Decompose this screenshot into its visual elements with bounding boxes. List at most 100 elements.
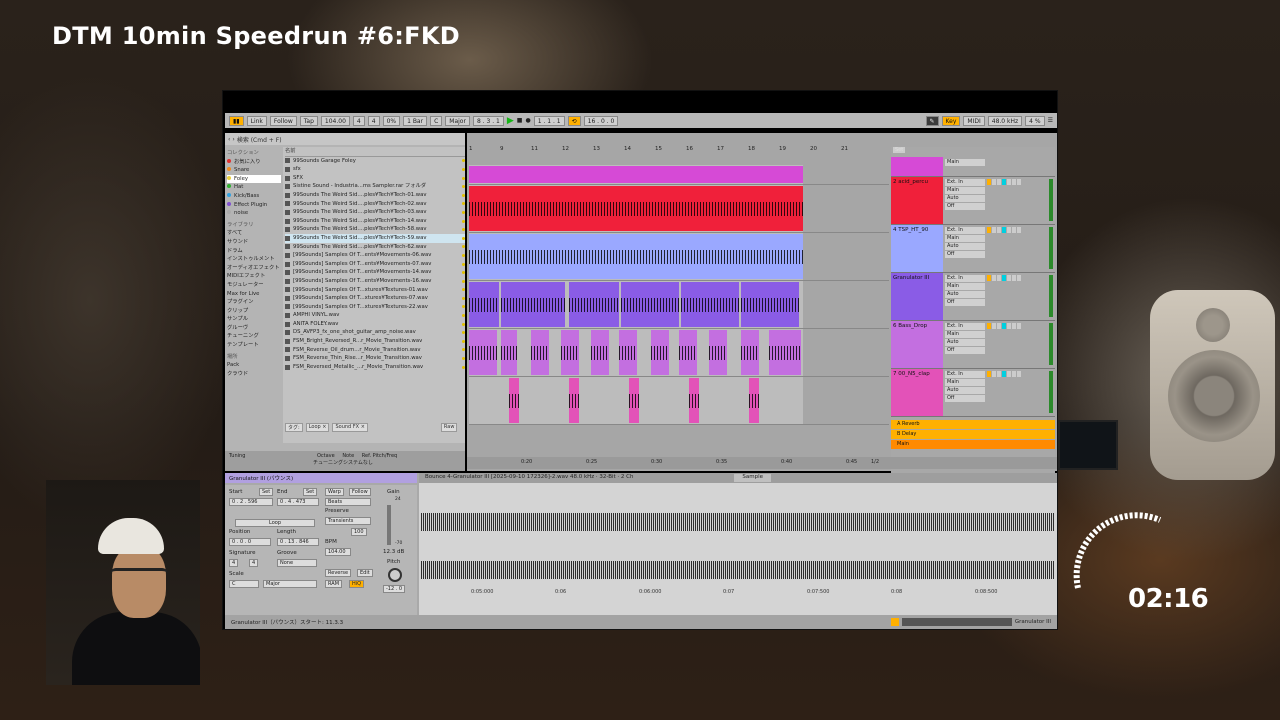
solo-button[interactable]: [992, 371, 996, 377]
file-item[interactable]: 99Sounds The Weird Sid....ples¥Tech¥Tech…: [285, 191, 465, 200]
io-chooser[interactable]: Auto: [945, 387, 985, 394]
track-activator[interactable]: [987, 323, 991, 329]
library-item[interactable]: テンプレート: [227, 341, 281, 350]
follow-button[interactable]: Follow: [269, 115, 297, 126]
io-chooser[interactable]: Main: [945, 379, 985, 386]
sig-den-field[interactable]: 4: [249, 559, 259, 567]
audio-clip[interactable]: [679, 330, 697, 375]
key-select[interactable]: C: [430, 115, 443, 126]
solo-button[interactable]: [992, 179, 996, 185]
send-a[interactable]: [1012, 179, 1016, 185]
library-item[interactable]: サウンド: [227, 238, 281, 247]
back-icon[interactable]: ‹: [228, 136, 230, 143]
pitch-field[interactable]: -12 . 0: [383, 585, 406, 593]
io-chooser[interactable]: Auto: [945, 291, 985, 298]
file-item[interactable]: FSM_Bright_Reversed_R...r_Movie_Transiti…: [285, 337, 465, 346]
file-item[interactable]: 99Sounds The Weird Sid....ples¥Tech¥Tech…: [285, 243, 465, 252]
file-item[interactable]: [99Sounds] Samples Of T...xtures¥Texture…: [285, 294, 465, 303]
io-chooser[interactable]: Ext. In: [945, 179, 985, 186]
raw-button[interactable]: Raw: [440, 423, 458, 432]
arm-button[interactable]: [997, 275, 1001, 281]
file-item[interactable]: FSM_Reversed_Metallic_...r_Movie_Transit…: [285, 363, 465, 372]
warp-button[interactable]: Warp: [325, 488, 344, 496]
session-view-toggle[interactable]: ▮▮: [229, 115, 244, 126]
tag-loop[interactable]: Loop ×: [305, 423, 330, 432]
quantize-select[interactable]: 1 Bar: [403, 115, 428, 126]
volume-field[interactable]: [1002, 227, 1006, 233]
collection-item[interactable]: Kick/Bass: [227, 192, 281, 201]
file-item[interactable]: [99Sounds] Samples Of T...ents¥Movements…: [285, 277, 465, 286]
signature-num[interactable]: 4: [352, 115, 365, 126]
volume-field[interactable]: [1002, 371, 1006, 377]
audio-clip[interactable]: [709, 330, 727, 375]
file-item[interactable]: [99Sounds] Samples Of T...ents¥Movements…: [285, 268, 465, 277]
groove-select[interactable]: None: [277, 559, 317, 567]
io-chooser[interactable]: Off: [945, 203, 985, 210]
io-chooser[interactable]: Main: [945, 331, 985, 338]
send-b[interactable]: [1017, 179, 1021, 185]
ram-button[interactable]: RAM: [325, 580, 343, 588]
library-item[interactable]: グルーヴ: [227, 324, 281, 333]
collection-item[interactable]: noise: [227, 209, 281, 218]
track-activator[interactable]: [987, 227, 991, 233]
arm-button[interactable]: [997, 179, 1001, 185]
library-item[interactable]: MIDIエフェクト: [227, 272, 281, 281]
track-name[interactable]: 4 TSP_HT_90: [891, 225, 943, 272]
io-chooser[interactable]: Ext. In: [945, 371, 985, 378]
audio-clip[interactable]: [619, 330, 637, 375]
length-field[interactable]: 0 . 13 . 846: [277, 538, 319, 546]
end-set-button[interactable]: Set: [303, 488, 318, 496]
loop-length-field[interactable]: 16 . 0 . 0: [583, 115, 619, 126]
pencil-icon[interactable]: ✎: [925, 115, 939, 126]
hiq-button[interactable]: HiQ: [349, 580, 365, 588]
audio-clip[interactable]: [501, 330, 517, 375]
solo-button[interactable]: [992, 323, 996, 329]
audio-clip[interactable]: [591, 330, 609, 375]
record-icon[interactable]: ●: [525, 117, 530, 124]
volume-field[interactable]: [1002, 275, 1006, 281]
position-field[interactable]: 0 . 0 . 0: [229, 538, 271, 546]
io-chooser[interactable]: Main: [945, 187, 985, 194]
send-b[interactable]: [1017, 323, 1021, 329]
stop-icon[interactable]: ■: [517, 117, 523, 124]
link-button[interactable]: Link: [246, 115, 267, 126]
pan-field[interactable]: [1007, 371, 1011, 377]
file-item[interactable]: 99Sounds The Weird Sid....ples¥Tech¥Tech…: [285, 217, 465, 226]
follow-button-clip[interactable]: Follow: [349, 488, 371, 496]
tap-tempo-button[interactable]: Tap: [299, 115, 318, 126]
track-name[interactable]: 7 00_N5_clap: [891, 369, 943, 416]
track-name[interactable]: 2 acid_percu: [891, 177, 943, 224]
track-name[interactable]: 6 Bass_Drop: [891, 321, 943, 368]
file-item[interactable]: SFX: [285, 174, 465, 183]
audio-clip[interactable]: [509, 378, 519, 423]
volume-field[interactable]: [1002, 179, 1006, 185]
sample-time-ruler[interactable]: 0:05:000 0:06 0:06:000 0:07 0:07:500 0:08 0:08…: [421, 589, 1055, 597]
file-item[interactable]: [99Sounds] Samples Of T...xtures¥Texture…: [285, 286, 465, 295]
audio-clip[interactable]: [741, 282, 799, 327]
audio-clip[interactable]: [469, 282, 499, 327]
send-b[interactable]: [1017, 275, 1021, 281]
reverse-button[interactable]: Reverse: [325, 569, 352, 577]
audio-clip[interactable]: [469, 186, 803, 231]
waveform-right[interactable]: [421, 561, 1055, 579]
file-item[interactable]: 99Sounds The Weird Sid....ples¥Tech¥Tech…: [285, 233, 465, 243]
library-item[interactable]: インストゥルメント: [227, 255, 281, 264]
edit-button[interactable]: Edit: [357, 569, 373, 577]
file-item[interactable]: sfx: [285, 165, 465, 174]
arm-button[interactable]: [997, 371, 1001, 377]
io-chooser[interactable]: Ext. In: [945, 323, 985, 330]
send-a[interactable]: [1012, 227, 1016, 233]
library-item[interactable]: サンプル: [227, 315, 281, 324]
file-item[interactable]: AMPHI VINYL.wav: [285, 311, 465, 320]
scale-select[interactable]: Major: [445, 115, 470, 126]
io-chooser[interactable]: Main: [945, 235, 985, 242]
tempo-field[interactable]: 104.00: [320, 115, 350, 126]
library-item[interactable]: プラグイン: [227, 298, 281, 307]
io-chooser[interactable]: Off: [945, 347, 985, 354]
bar-ruler[interactable]: 1 9 11 12 13 14 15 16 17 18 19 20 21: [469, 146, 889, 156]
return-track[interactable]: Main: [891, 440, 1055, 449]
position-field[interactable]: 8 . 3 . 1: [472, 115, 504, 126]
send-b[interactable]: [1017, 371, 1021, 377]
audio-clip[interactable]: [629, 378, 639, 423]
swing-field[interactable]: 0%: [382, 115, 401, 126]
